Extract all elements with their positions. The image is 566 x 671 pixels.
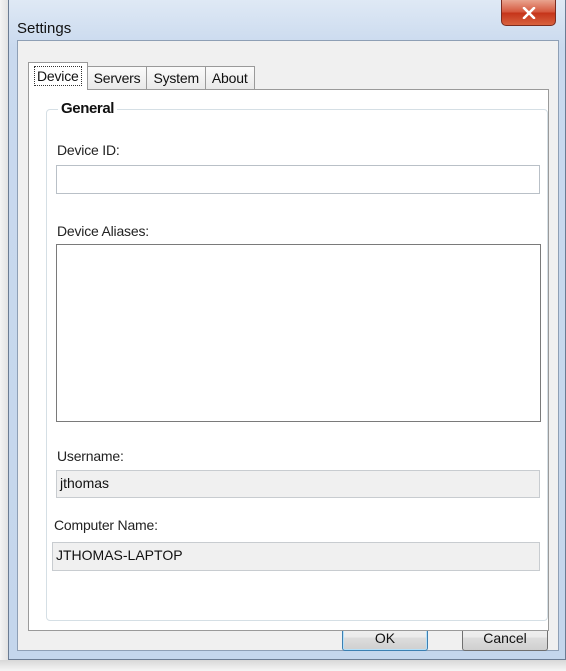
window-title: Settings bbox=[17, 20, 72, 37]
close-button[interactable] bbox=[501, 0, 556, 26]
dialog-client-area: Device Servers System About General Devi… bbox=[17, 40, 559, 651]
settings-window: Settings Device Servers System About Gen… bbox=[8, 0, 566, 660]
username-label: Username: bbox=[57, 448, 124, 464]
general-group: General Device ID: Device Aliases: Usern… bbox=[46, 100, 548, 621]
tab-servers[interactable]: Servers bbox=[86, 66, 148, 90]
desktop-backdrop bbox=[0, 0, 8, 671]
computer-name-field[interactable]: JTHOMAS-LAPTOP bbox=[52, 542, 540, 571]
tab-system[interactable]: System bbox=[146, 66, 206, 90]
desktop-backdrop-bottom bbox=[0, 660, 566, 671]
device-aliases-textarea[interactable] bbox=[56, 244, 541, 422]
title-bar[interactable]: Settings bbox=[9, 0, 565, 40]
device-id-input[interactable] bbox=[56, 165, 540, 194]
tab-about[interactable]: About bbox=[204, 66, 255, 90]
computer-name-label: Computer Name: bbox=[54, 517, 158, 533]
close-icon bbox=[522, 6, 536, 19]
tab-device[interactable]: Device bbox=[28, 62, 88, 90]
username-field[interactable]: jthomas bbox=[56, 470, 540, 498]
device-aliases-label: Device Aliases: bbox=[57, 223, 149, 239]
tab-strip: Device Servers System About bbox=[28, 60, 255, 90]
device-tab-panel: General Device ID: Device Aliases: Usern… bbox=[28, 89, 549, 631]
tab-device-label: Device bbox=[34, 66, 82, 86]
general-group-title: General bbox=[58, 100, 118, 117]
device-id-label: Device ID: bbox=[57, 142, 120, 158]
